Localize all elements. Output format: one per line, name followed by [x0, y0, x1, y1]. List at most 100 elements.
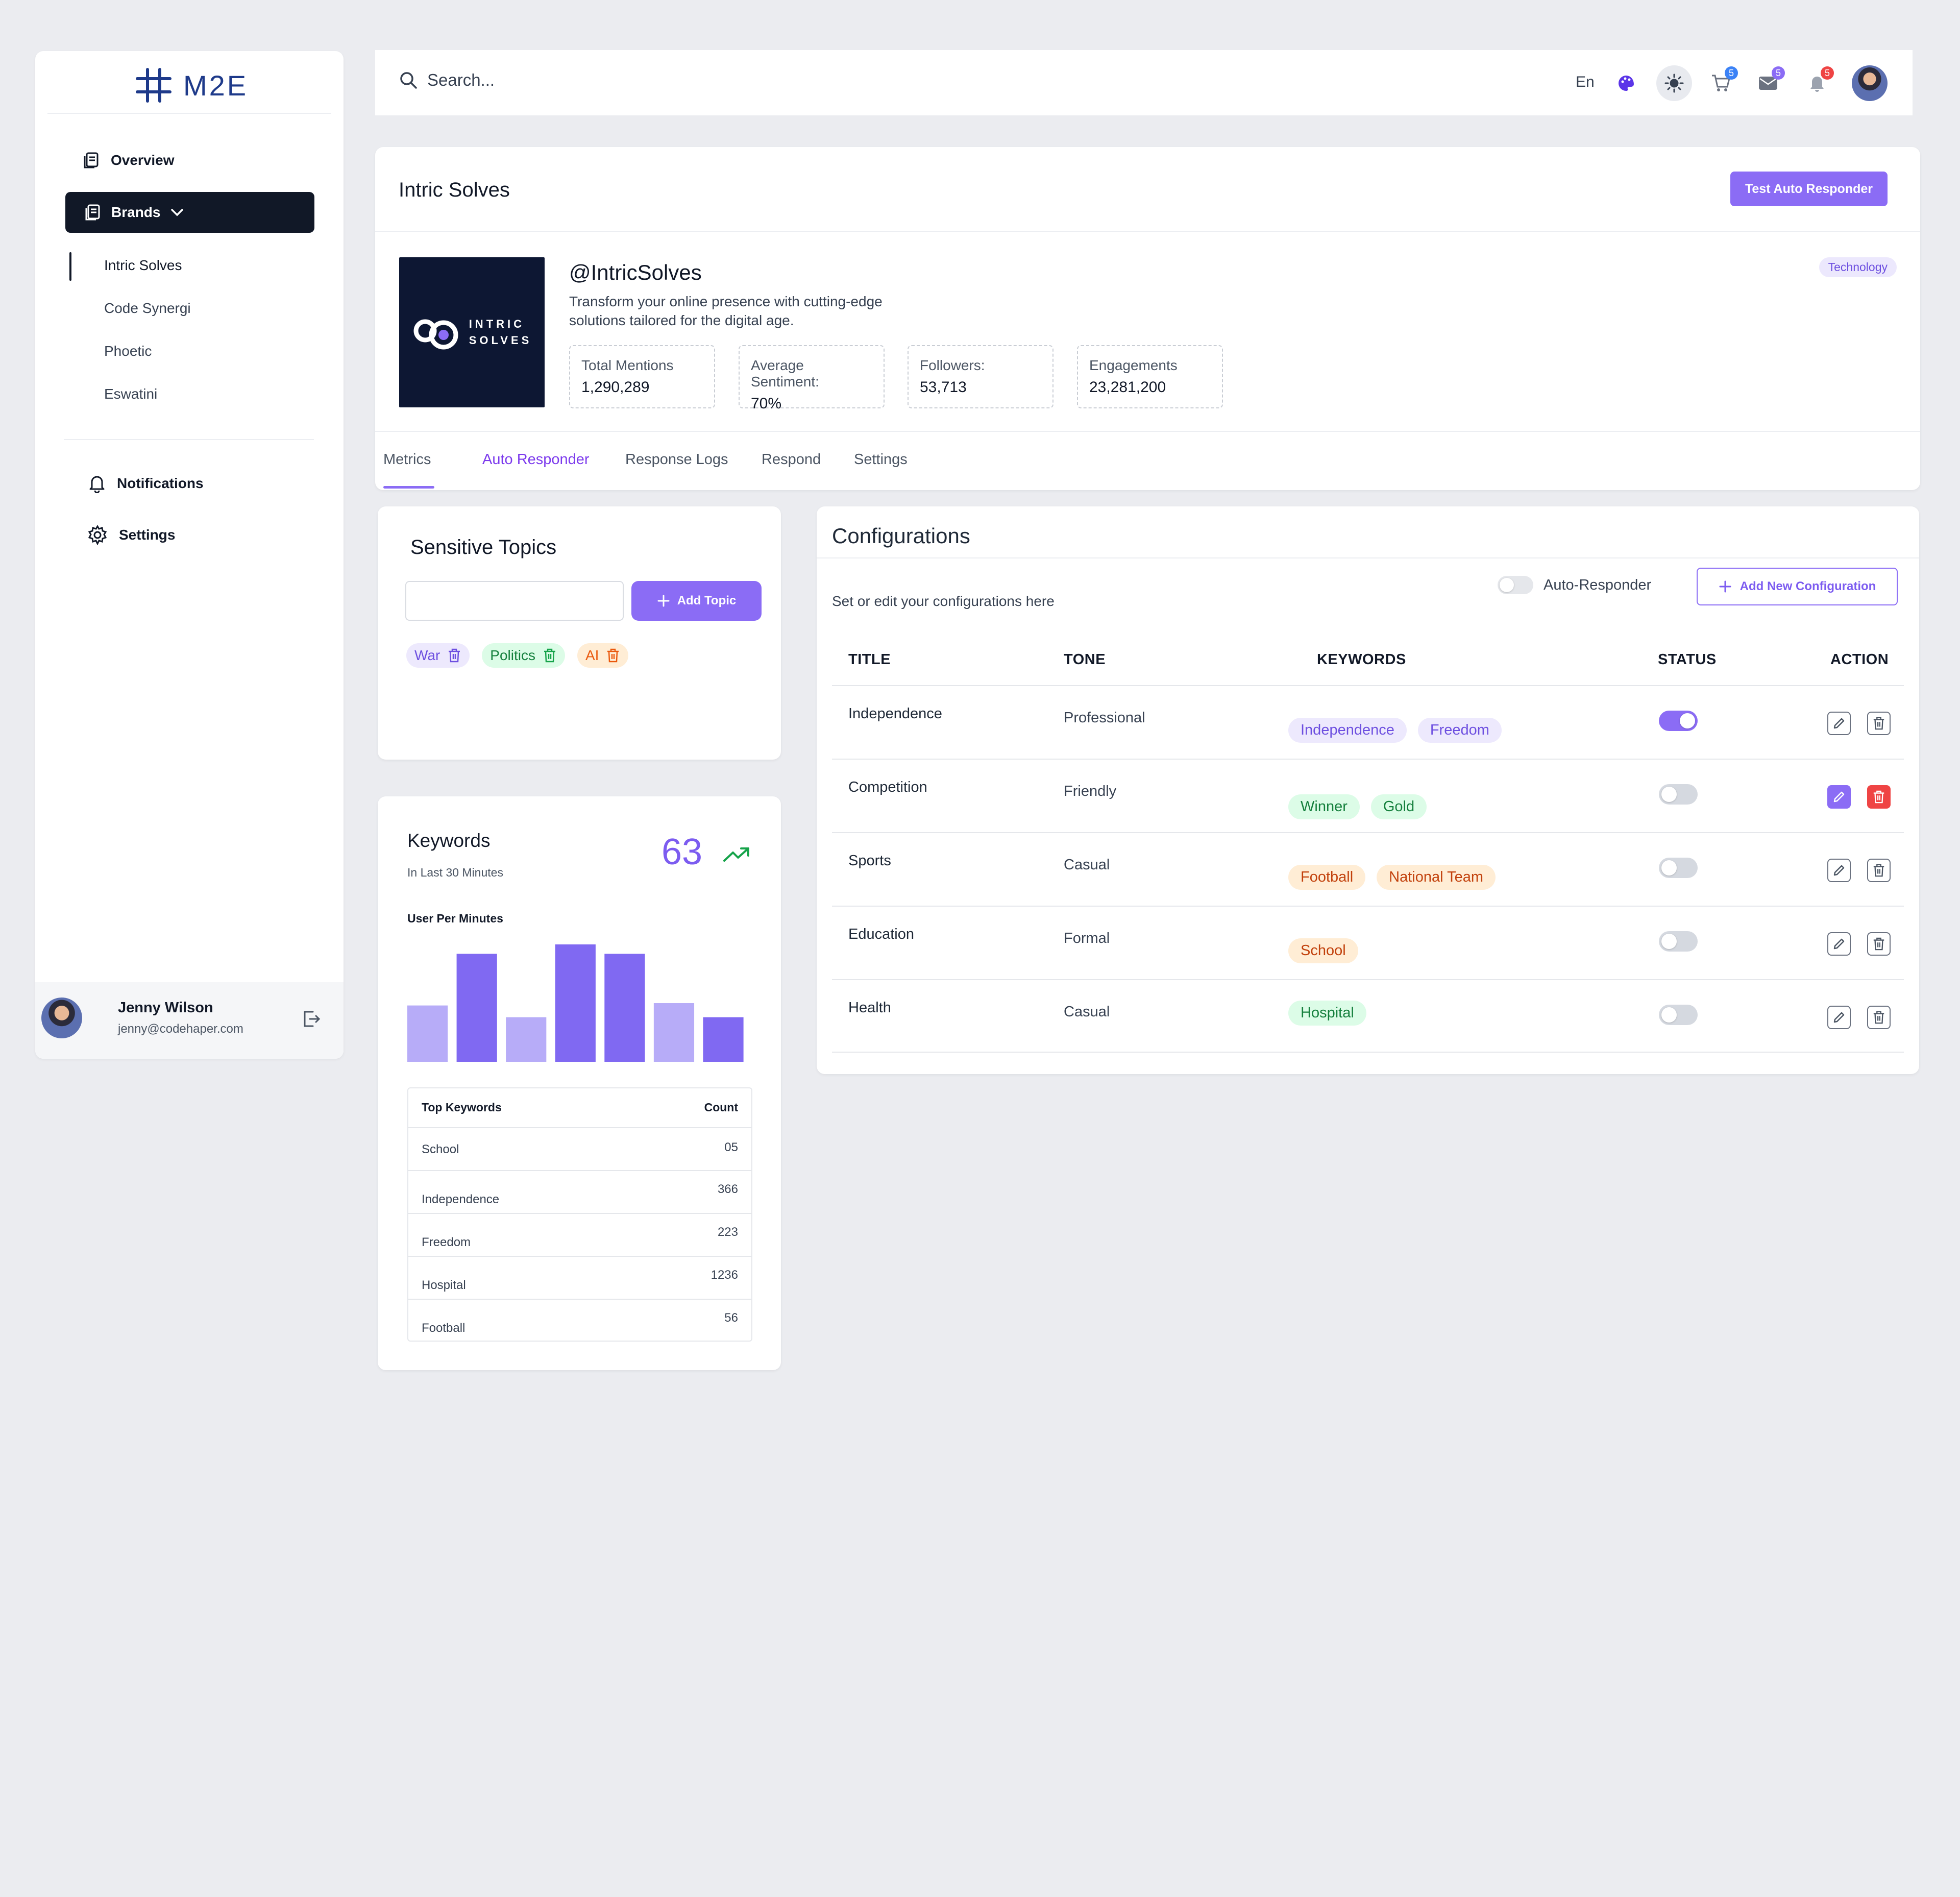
auto-responder-toggle[interactable] [1498, 576, 1533, 594]
tab-metrics[interactable]: Metrics [383, 451, 431, 468]
add-new-configuration-button[interactable]: Add New Configuration [1697, 568, 1898, 605]
chart-bar [506, 1017, 547, 1062]
status-toggle[interactable] [1659, 858, 1698, 878]
sidebar-item-settings[interactable]: Settings [87, 525, 175, 545]
tab-response-logs[interactable]: Response Logs [625, 451, 728, 468]
keyword-count-value: 1236 [710, 1268, 738, 1282]
configurations-card: Configurations Set or edit your configur… [817, 506, 1919, 1074]
tab-settings[interactable]: Settings [854, 451, 908, 468]
delete-button[interactable] [1867, 712, 1891, 735]
keyword-count-value: 05 [724, 1140, 738, 1154]
edit-button[interactable] [1827, 785, 1851, 809]
delete-button[interactable] [1867, 785, 1891, 809]
column-header-status: STATUS [1658, 651, 1717, 668]
card-subtitle: In Last 30 Minutes [407, 866, 503, 879]
topic-input[interactable] [405, 581, 624, 621]
clipboard-icon [85, 204, 100, 221]
user-profile: Jenny Wilson jenny@codehaper.com [35, 982, 344, 1059]
logo-icon [136, 68, 172, 103]
config-keywords: Football National Team [1288, 865, 1496, 890]
table-row: Independence Professional Independence F… [832, 685, 1904, 759]
search-icon [400, 72, 417, 89]
search-bar[interactable]: Search... [399, 70, 495, 90]
table-row: School 05 [408, 1127, 751, 1170]
brand-item-intric-solves[interactable]: Intric Solves [104, 257, 182, 274]
brand-logo-text: SOLVES [469, 334, 532, 347]
pencil-icon [1833, 718, 1845, 729]
header-avatar[interactable] [1852, 65, 1888, 101]
brand-item-code-synergi[interactable]: Code Synergi [104, 300, 191, 317]
edit-button[interactable] [1827, 712, 1851, 735]
edit-button[interactable] [1827, 1006, 1851, 1029]
keyword-name: School [422, 1142, 459, 1156]
mail-badge: 5 [1772, 66, 1785, 80]
stat-label: Total Mentions [581, 357, 674, 373]
card-subtitle: Set or edit your configurations here [832, 593, 1055, 609]
delete-button[interactable] [1867, 859, 1891, 882]
gear-icon [88, 525, 107, 545]
search-input[interactable]: Search... [427, 70, 495, 90]
status-toggle[interactable] [1659, 784, 1698, 805]
edit-button[interactable] [1827, 859, 1851, 882]
auto-responder-switch[interactable]: Auto-Responder [1498, 576, 1651, 594]
config-tone: Casual [1064, 1004, 1110, 1020]
top-header: Search... En 5 5 5 [375, 50, 1913, 115]
tab-respond[interactable]: Respond [762, 451, 821, 468]
logo-text: M2E [183, 69, 249, 102]
card-title: Keywords [407, 830, 491, 851]
theme-toggle-button[interactable] [1656, 65, 1692, 101]
keyword-chip: Independence [1288, 718, 1407, 743]
stat-value: 53,713 [920, 379, 967, 396]
trash-icon [1873, 790, 1884, 804]
sidebar: M2E Overview Brands Intric Solves Code S… [35, 51, 344, 1059]
keyword-chip: Hospital [1288, 1001, 1366, 1026]
page-title: Intric Solves [399, 179, 510, 201]
topic-chip-label: AI [585, 647, 599, 663]
notifications-button[interactable]: 5 [1804, 66, 1834, 96]
language-selector[interactable]: En [1576, 74, 1595, 91]
cart-button[interactable]: 5 [1708, 66, 1738, 96]
status-toggle[interactable] [1659, 1005, 1698, 1025]
trash-icon[interactable] [543, 648, 557, 663]
app-logo[interactable]: M2E [135, 67, 248, 103]
sun-icon [1664, 74, 1684, 93]
stat-label: Followers: [920, 357, 985, 373]
keyword-count: 63 [662, 832, 703, 872]
topic-chips: War Politics AI [406, 643, 629, 668]
card-divider [817, 557, 1919, 558]
stat-followers: Followers: 53,713 [908, 345, 1054, 408]
stat-label: Engagements [1089, 357, 1178, 373]
logout-icon[interactable] [301, 1009, 321, 1029]
sidebar-item-brands[interactable]: Brands [65, 192, 314, 233]
column-header-action: ACTION [1830, 651, 1889, 668]
delete-button[interactable] [1867, 932, 1891, 956]
status-toggle[interactable] [1659, 931, 1698, 952]
trash-icon[interactable] [606, 648, 620, 663]
keyword-count-value: 366 [717, 1182, 738, 1196]
brand-item-phoetic[interactable]: Phoetic [104, 343, 152, 359]
trash-icon[interactable] [447, 648, 461, 663]
keyword-chip: Winner [1288, 794, 1360, 819]
topic-chip: Politics [482, 643, 565, 668]
plus-icon [657, 595, 670, 607]
mail-button[interactable]: 5 [1755, 66, 1785, 96]
palette-button[interactable] [1613, 70, 1639, 96]
tab-auto-responder[interactable]: Auto Responder [482, 451, 590, 468]
column-header-keywords: KEYWORDS [1317, 651, 1406, 668]
config-title: Education [848, 926, 914, 942]
sidebar-item-label: Brands [111, 204, 161, 220]
brand-card: Intric Solves Test Auto Responder INTRIC… [375, 147, 1920, 490]
edit-button[interactable] [1827, 932, 1851, 956]
avatar[interactable] [41, 998, 82, 1038]
add-topic-button[interactable]: Add Topic [631, 581, 762, 621]
plus-icon [1719, 580, 1731, 593]
test-auto-responder-button[interactable]: Test Auto Responder [1730, 172, 1888, 206]
keyword-name: Independence [422, 1193, 500, 1206]
table-row: Sports Casual Football National Team [832, 832, 1904, 906]
delete-button[interactable] [1867, 1006, 1891, 1029]
brand-item-eswatini[interactable]: Eswatini [104, 386, 157, 402]
sidebar-item-notifications[interactable]: Notifications [88, 474, 204, 493]
keyword-chip: Freedom [1417, 718, 1502, 743]
sidebar-item-overview[interactable]: Overview [82, 151, 175, 169]
status-toggle[interactable] [1659, 711, 1698, 731]
